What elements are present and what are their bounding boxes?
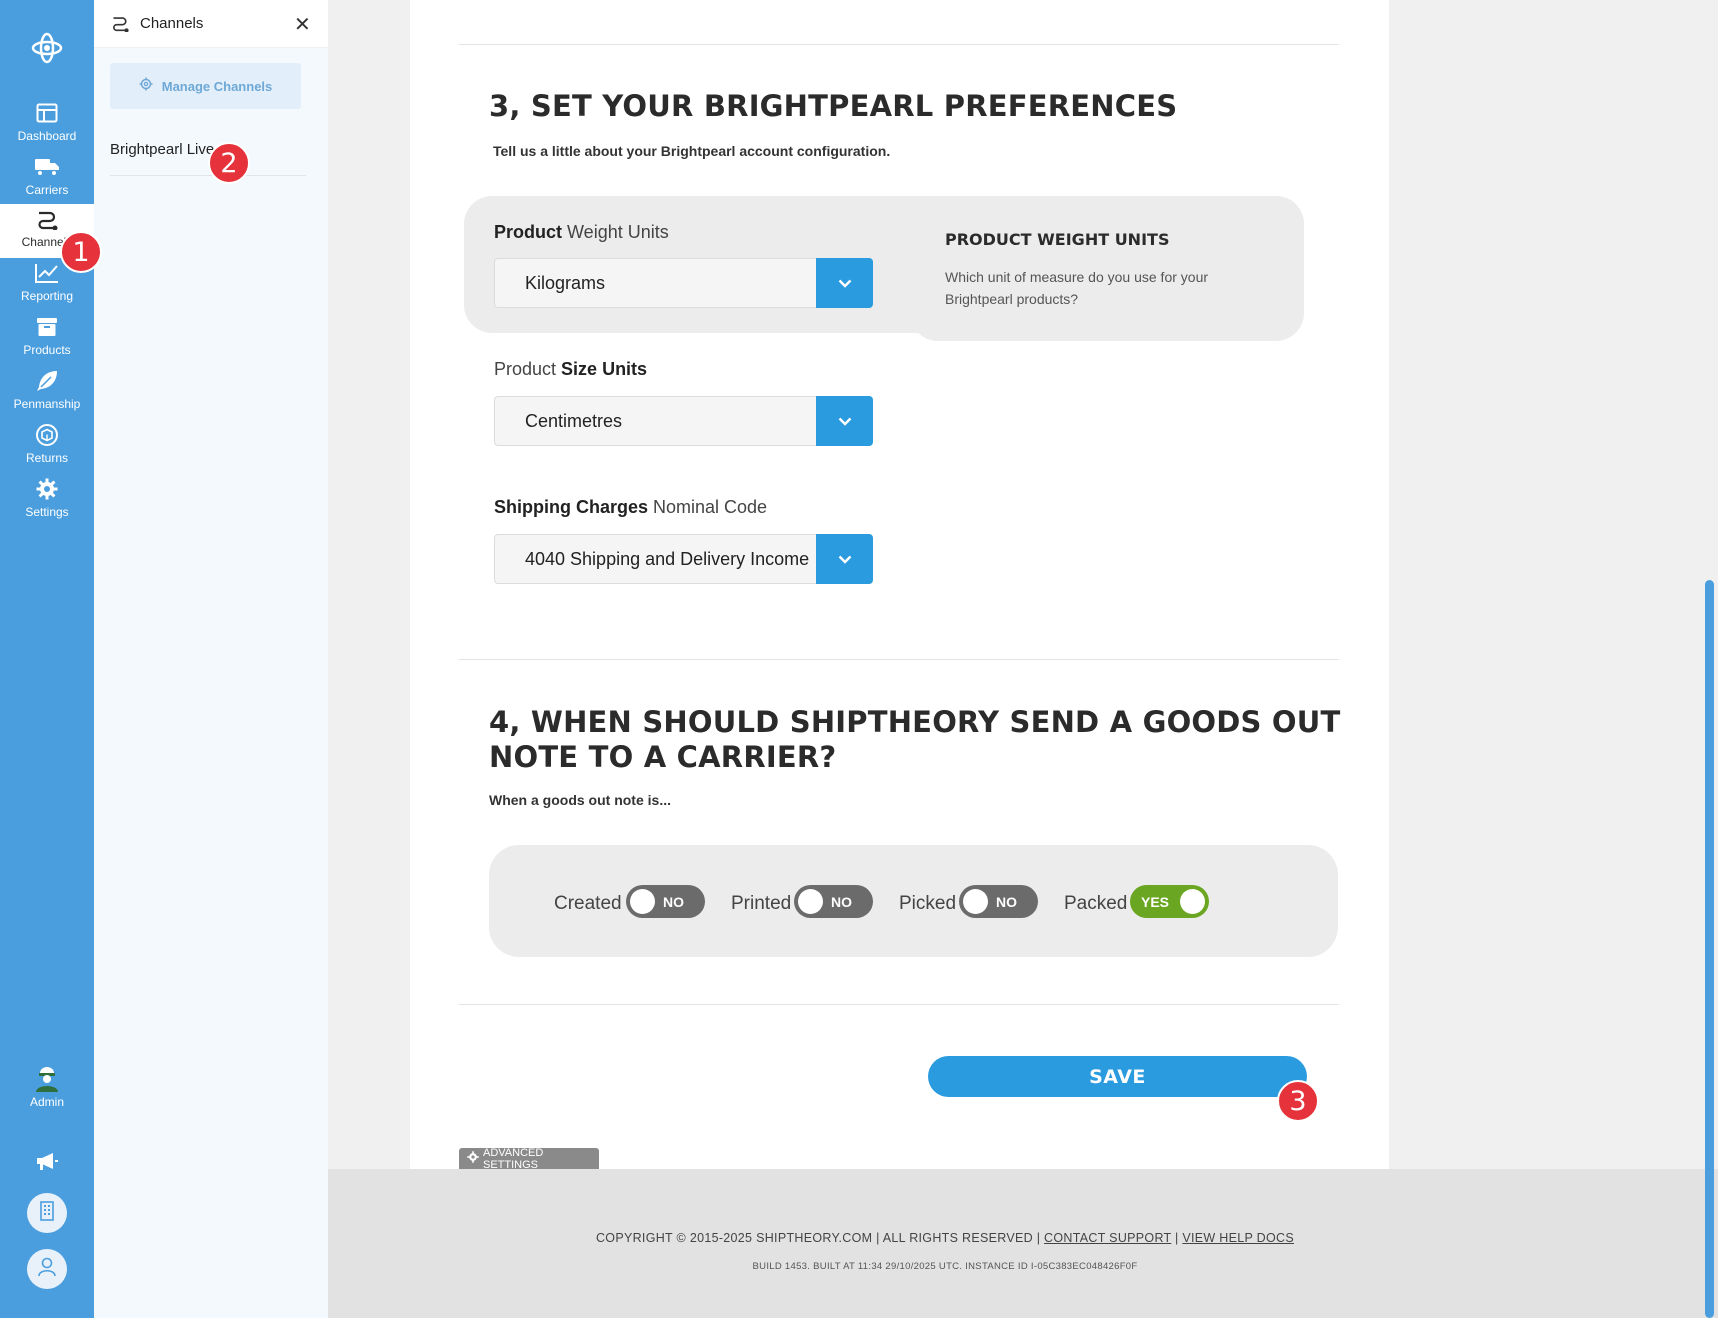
- megaphone-icon: [34, 1148, 60, 1174]
- toggle-knob: [630, 889, 655, 914]
- channels-panel-header: Channels ✕: [94, 0, 328, 48]
- box-icon: [34, 314, 60, 340]
- gear-icon: [467, 1151, 479, 1166]
- announcements-button[interactable]: [0, 1146, 94, 1178]
- toggle-packed[interactable]: YES: [1130, 885, 1209, 918]
- toggle-packed-label: Packed: [1064, 893, 1128, 914]
- contact-support-link[interactable]: CONTACT SUPPORT: [1044, 1231, 1171, 1245]
- chevron-down-icon[interactable]: [816, 534, 873, 584]
- manage-channels-label: Manage Channels: [161, 78, 273, 94]
- user-profile-button[interactable]: [27, 1249, 67, 1289]
- nav-admin-label: Admin: [29, 1095, 64, 1109]
- toggle-printed[interactable]: NO: [794, 885, 873, 918]
- toggle-created-state: NO: [663, 894, 684, 910]
- truck-icon: [34, 154, 60, 180]
- toggle-knob: [963, 889, 988, 914]
- divider: [459, 1004, 1339, 1005]
- advanced-settings-label: ADVANCED SETTINGS: [483, 1146, 544, 1171]
- user-icon: [38, 1257, 56, 1282]
- channels-icon: [34, 206, 60, 232]
- chevron-down-icon[interactable]: [816, 258, 873, 308]
- help-title: PRODUCT WEIGHT UNITS: [945, 230, 1170, 249]
- step-marker-2: 2: [208, 142, 250, 184]
- feather-icon: [34, 368, 60, 394]
- section-4-title: 4, WHEN SHOULD SHIPTHEORY SEND A GOODS O…: [489, 705, 1341, 774]
- shiptheory-logo-icon[interactable]: [27, 30, 67, 66]
- weight-units-label: Product Weight Units: [494, 222, 669, 242]
- nav-reporting-label: Reporting: [20, 289, 74, 303]
- footer-links: COPYRIGHT © 2015-2025 SHIPTHEORY.COM | A…: [595, 1231, 1294, 1245]
- divider: [459, 44, 1339, 45]
- scrollbar[interactable]: [1705, 580, 1714, 1318]
- section-3-title: 3, SET YOUR BRIGHTPEARL PREFERENCES: [489, 89, 1178, 123]
- footer-build-info: BUILD 1453. BUILT AT 11:34 29/10/2025 UT…: [752, 1261, 1138, 1272]
- channels-icon: [110, 14, 130, 37]
- channels-panel: Channels ✕ Manage Channels Brightpearl L…: [94, 0, 328, 1318]
- toggle-packed-state: YES: [1141, 894, 1170, 910]
- shipping-nominal-code-label: Shipping Charges Nominal Code: [494, 497, 768, 517]
- save-button-label: SAVE: [1089, 1065, 1146, 1088]
- nav-returns-label: Returns: [25, 451, 69, 465]
- settings-card: [410, 0, 1389, 1169]
- nav-products[interactable]: Products: [0, 312, 94, 366]
- dashboard-icon: [34, 100, 60, 126]
- toggle-picked[interactable]: NO: [959, 885, 1038, 918]
- nav-penmanship-label: Penmanship: [13, 397, 81, 411]
- channels-panel-title: Channels: [140, 15, 204, 32]
- toggle-picked-label: Picked: [899, 893, 957, 914]
- help-text: Which unit of measure do you use for you…: [945, 269, 1209, 307]
- size-units-value: Centimetres: [525, 411, 623, 431]
- advanced-settings-button[interactable]: ADVANCED SETTINGS: [459, 1146, 599, 1171]
- step-marker-1: 1: [60, 231, 102, 273]
- company-button[interactable]: [27, 1193, 67, 1233]
- toggle-created-label: Created: [554, 893, 622, 914]
- size-units-label: Product Size Units: [494, 359, 648, 379]
- shipping-nominal-code-value: 4040 Shipping and Delivery Income: [525, 549, 810, 569]
- save-button[interactable]: SAVE: [928, 1056, 1307, 1097]
- toggle-knob: [798, 889, 823, 914]
- toggle-created[interactable]: NO: [626, 885, 705, 918]
- chart-icon: [34, 260, 60, 286]
- toggle-picked-state: NO: [996, 894, 1017, 910]
- nav-settings-label: Settings: [25, 505, 69, 519]
- toggle-knob: [1180, 889, 1205, 914]
- chevron-down-icon[interactable]: [816, 396, 873, 446]
- close-icon[interactable]: ✕: [294, 12, 311, 37]
- footer-rights: ALL RIGHTS RESERVED: [882, 1231, 1033, 1245]
- nav-carriers[interactable]: Carriers: [0, 152, 94, 206]
- nav-returns[interactable]: Returns: [0, 420, 94, 474]
- nav-dashboard-label: Dashboard: [17, 129, 77, 143]
- nav-products-label: Products: [23, 343, 71, 357]
- footer: COPYRIGHT © 2015-2025 SHIPTHEORY.COM | A…: [328, 1169, 1718, 1318]
- nav-carriers-label: Carriers: [25, 183, 69, 197]
- admin-avatar-icon: [34, 1066, 60, 1092]
- gear-icon: [34, 476, 60, 502]
- returns-icon: [34, 422, 60, 448]
- cog-icon: [139, 77, 153, 96]
- step-marker-3: 3: [1277, 1080, 1319, 1122]
- nav-penmanship[interactable]: Penmanship: [0, 366, 94, 420]
- icon-rail: Dashboard Carriers Channels Reporting Pr…: [0, 0, 94, 1318]
- view-help-docs-link[interactable]: VIEW HELP DOCS: [1182, 1231, 1294, 1245]
- building-icon: [39, 1200, 55, 1226]
- section-3-subtitle: Tell us a little about your Brightpearl …: [493, 143, 891, 159]
- shipping-nominal-code-select[interactable]: 4040 Shipping and Delivery Income: [494, 534, 873, 584]
- divider: [459, 659, 1339, 660]
- toggle-printed-state: NO: [831, 894, 852, 910]
- manage-channels-button[interactable]: Manage Channels: [110, 63, 301, 109]
- footer-copyright: COPYRIGHT © 2015-2025 SHIPTHEORY.COM: [595, 1231, 873, 1245]
- weight-units-select[interactable]: Kilograms: [494, 258, 873, 308]
- nav-admin[interactable]: Admin: [0, 1064, 94, 1118]
- size-units-select[interactable]: Centimetres: [494, 396, 873, 446]
- nav-settings[interactable]: Settings: [0, 474, 94, 528]
- section-4-subtitle: When a goods out note is...: [489, 792, 671, 808]
- nav-dashboard[interactable]: Dashboard: [0, 98, 94, 152]
- weight-units-value: Kilograms: [525, 273, 606, 293]
- toggle-printed-label: Printed: [731, 893, 792, 914]
